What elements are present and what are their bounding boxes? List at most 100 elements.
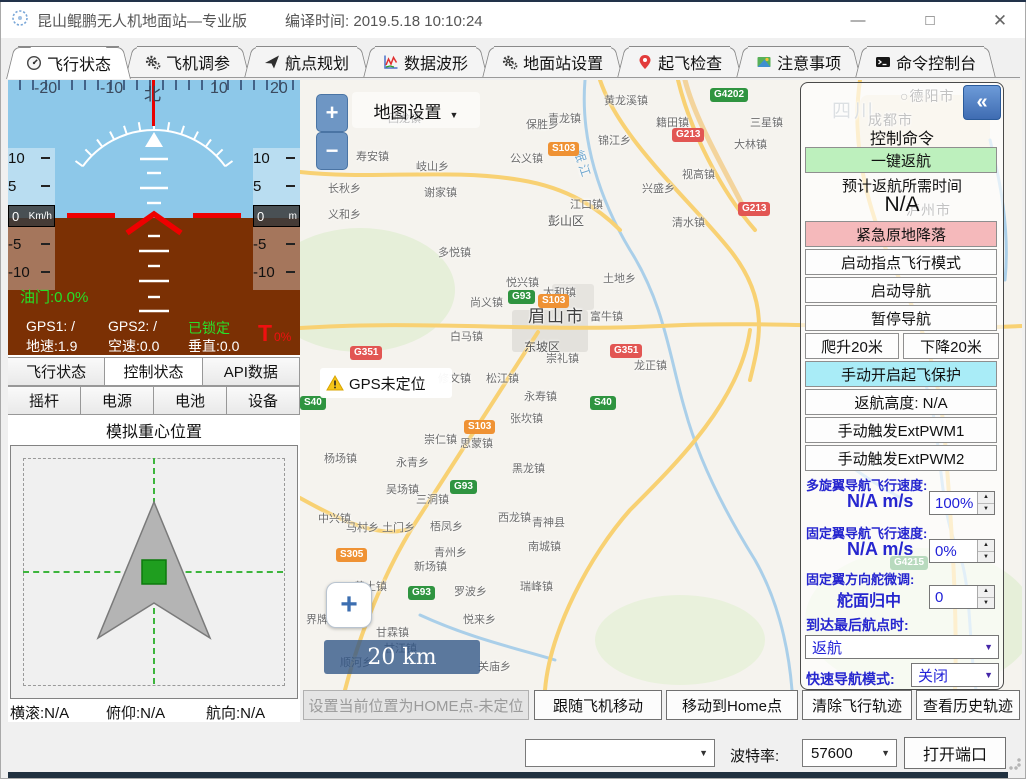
subtab[interactable]: 设备 [227, 386, 300, 415]
subtab[interactable]: API数据 [203, 357, 300, 386]
minimize-button[interactable]: — [841, 8, 875, 34]
tab-data-waveform[interactable]: 数据波形 [375, 46, 476, 77]
vertical-speed: 垂直:0.0 [188, 336, 239, 355]
map-canvas[interactable]: 回龙镇保胜乡寿安镇岐山乡公义镇长秋乡谢家镇黄龙溪镇青龙镇锦江乡籍田镇三星镇大林镇… [300, 80, 1022, 690]
attitude-indicator: -20-10北1020 105-5-10 0 Km/h 105-5-10 0 m… [8, 80, 300, 355]
temperature-indicator: T [258, 320, 272, 347]
chevron-down-icon: ▼ [699, 748, 708, 758]
heading-label: 北 [144, 80, 161, 105]
window-bottom-border [8, 772, 1008, 778]
map-place-label: 义和乡 [328, 206, 361, 222]
road-badge: S103 [548, 142, 579, 156]
map-zoom-in-large-button[interactable]: + [326, 582, 372, 628]
map-zoom-out-button[interactable]: − [316, 132, 348, 170]
map-place-label: 思蒙镇 [460, 435, 493, 451]
descend-20m-button[interactable]: 下降20米 [903, 333, 999, 359]
rth-altitude-button[interactable]: 返航高度: N/A [805, 389, 997, 415]
point-flight-mode-button[interactable]: 启动指点飞行模式 [805, 249, 997, 275]
road-badge: G213 [672, 128, 704, 142]
altitude-tick-label: 5 [253, 178, 261, 195]
rudder-center-button[interactable]: 舵面归中 [837, 587, 901, 611]
map-place-label: 岐山乡 [416, 158, 449, 174]
map-place-label: 谢家镇 [424, 184, 457, 200]
takeoff-protection-button[interactable]: 手动开启起飞保护 [805, 361, 997, 387]
map-settings-dropdown[interactable]: 地图设置 ▼ [352, 92, 480, 128]
map-place-label: 土地乡 [603, 270, 636, 286]
map-place-label: 张坎镇 [510, 410, 543, 426]
road-badge: S305 [336, 548, 367, 562]
subtab[interactable]: 飞行状态 [8, 357, 105, 386]
connection-bar: ▼ 波特率: 57600 ▼ 打开端口 [1, 722, 1025, 778]
map-action-button[interactable]: 查看历史轨迹 [916, 690, 1020, 720]
build-time: 编译时间: 2019.5.18 10:10:24 [285, 10, 483, 31]
start-navigation-button[interactable]: 启动导航 [805, 277, 997, 303]
map-action-button[interactable]: 清除飞行轨迹 [802, 690, 912, 720]
speed-tick-label: 10 [8, 150, 25, 167]
map-zoom-in-button[interactable]: + [316, 94, 348, 132]
chevron-down-icon: ▼ [984, 642, 993, 652]
map-action-button[interactable]: 跟随飞机移动 [534, 690, 662, 720]
trigger-extpwm2-button[interactable]: 手动触发ExtPWM2 [805, 445, 997, 471]
map-place-label: 清水镇 [672, 214, 705, 230]
map-action-button[interactable]: 设置当前位置为HOME点-未定位 [303, 690, 529, 720]
tab-flight-status[interactable]: 飞行状态 [18, 46, 119, 79]
last-waypoint-dropdown[interactable]: 返航 ▼ [805, 635, 999, 659]
control-panel-title: 控制命令 [801, 125, 1003, 149]
map-action-button[interactable]: 移动到Home点 [666, 690, 798, 720]
subtab[interactable]: 电源 [81, 386, 154, 415]
map-place-label: 三洞镇 [416, 491, 449, 507]
spin-up-icon: ▲ [978, 540, 994, 552]
map-place-label: 青龙镇 [548, 110, 581, 126]
map-icon [756, 54, 772, 70]
close-button[interactable]: ✕ [983, 8, 1017, 34]
trigger-extpwm1-button[interactable]: 手动触发ExtPWM1 [805, 417, 997, 443]
tab-command-console[interactable]: 命令控制台 [867, 46, 984, 77]
speed-readout: 0 Km/h [8, 205, 55, 227]
tab-ground-station-settings[interactable]: 地面站设置 [494, 46, 611, 77]
control-command-panel: « 控制命令 一键返航 预计返航所需时间 N/A 紧急原地降落 启动指点飞行模式… [800, 82, 1004, 690]
tab-aircraft-tuning[interactable]: 飞机调参 [137, 46, 238, 77]
speed-tape: 105-5-10 0 Km/h [8, 148, 55, 290]
speed-tick-label: -10 [8, 264, 30, 281]
warning-icon [326, 375, 344, 391]
subtab[interactable]: 摇杆 [8, 386, 81, 415]
com-port-dropdown[interactable]: ▼ [525, 739, 715, 767]
emergency-land-button[interactable]: 紧急原地降落 [805, 221, 997, 247]
location-pin-icon [637, 54, 653, 70]
resize-grip[interactable] [1009, 758, 1021, 770]
road-badge: G93 [450, 480, 477, 494]
multirotor-speed-spinner[interactable]: 100% ▲▼ [929, 491, 995, 515]
tab-preflight-check[interactable]: 起飞检查 [629, 46, 730, 77]
return-home-button[interactable]: 一键返航 [805, 147, 997, 173]
tab-notes[interactable]: 注意事项 [748, 46, 849, 77]
fast-nav-label: 快速导航模式: [806, 669, 895, 689]
pause-navigation-button[interactable]: 暂停导航 [805, 305, 997, 331]
fast-nav-dropdown[interactable]: 关闭 ▼ [911, 663, 999, 687]
climb-20m-button[interactable]: 爬升20米 [805, 333, 899, 359]
chevron-down-icon: ▼ [881, 748, 890, 758]
baud-rate-label: 波特率: [730, 745, 779, 766]
maximize-button[interactable]: □ [913, 8, 947, 34]
fixedwing-speed-value: N/A m/s [847, 539, 913, 560]
map-place-label: 尚义镇 [470, 294, 503, 310]
map-place-label: 西龙镇 [498, 509, 531, 525]
map-place-label: 多悦镇 [438, 244, 471, 260]
air-speed: 空速:0.0 [108, 336, 159, 355]
subtab[interactable]: 电池 [154, 386, 227, 415]
subtab[interactable]: 控制状态 [105, 357, 202, 386]
open-port-button[interactable]: 打开端口 [904, 737, 1006, 769]
chevron-down-icon: ▼ [984, 670, 993, 680]
map-place-label: 江口镇 [570, 196, 603, 212]
map-place-label: 青神县 [532, 514, 565, 530]
map-place-label: 甘霖镇 [376, 624, 409, 640]
baud-rate-dropdown[interactable]: 57600 ▼ [802, 739, 897, 767]
heading-label: -10 [100, 80, 123, 98]
speed-tick-label: -5 [8, 236, 21, 253]
waveform-icon [383, 54, 399, 70]
fixedwing-speed-spinner[interactable]: 0% ▲▼ [929, 539, 995, 563]
altitude-tape: 105-5-10 0 m [253, 148, 300, 290]
map-place-label: 寿安镇 [356, 148, 389, 164]
rudder-trim-spinner[interactable]: 0 ▲▼ [929, 585, 995, 609]
tab-waypoint-planning[interactable]: 航点规划 [256, 46, 357, 77]
collapse-panel-button[interactable]: « [963, 85, 1001, 120]
